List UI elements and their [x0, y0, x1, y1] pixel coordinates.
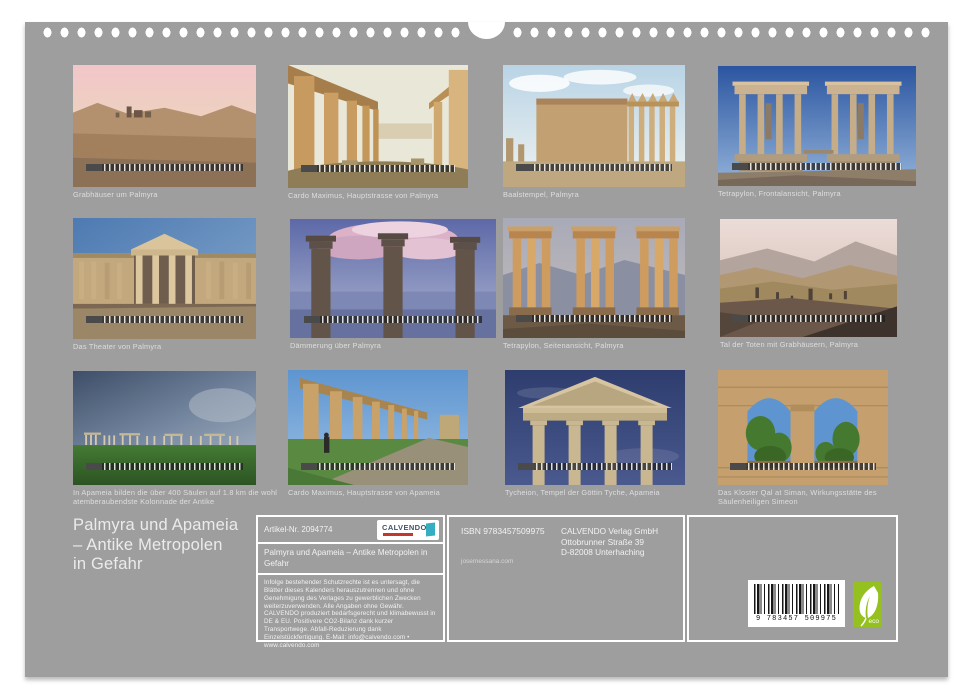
isbn-text: ISBN 9783457509975 — [461, 526, 545, 536]
calvendo-logo-icon — [426, 523, 435, 537]
photo-grabhaeuser-um-palmyra: Grabhäuser um Palmyra — [73, 65, 256, 187]
calvendo-logo: CALVENDO — [377, 520, 439, 540]
watermark-strip — [86, 316, 243, 323]
spiral-binding-holes-right — [509, 27, 933, 38]
watermark-strip — [732, 315, 884, 322]
product-title: Palmyra und Apameia – Antike Metropolen … — [258, 544, 443, 575]
photo-caption: Grabhäuser um Palmyra — [73, 190, 288, 199]
watermark-strip — [301, 165, 456, 172]
calendar-back-page: Grabhäuser um Palmyra Cardo — [25, 22, 948, 677]
legal-text: Infolge bestehender Schutzrechte ist es … — [258, 575, 443, 654]
calvendo-logo-tagline — [383, 533, 413, 536]
watermark-strip — [732, 163, 902, 170]
watermark-strip — [301, 463, 456, 470]
barcode-box: 9 783457 509975 eco — [687, 515, 898, 642]
photo-caption: Dämmerung über Palmyra — [290, 341, 505, 350]
calendar-back-screenshot: Grabhäuser um Palmyra Cardo — [0, 0, 971, 700]
calendar-title: Palmyra und Apameia – Antike Metropolen … — [73, 516, 238, 575]
photo-caption: Das Kloster Qal at Siman, Wirkungsstätte… — [718, 488, 896, 506]
photo-caption: Baalstempel, Palmyra — [503, 190, 718, 199]
photo-tetrapylon-seitenansicht: Tetrapylon, Seitenansicht, Palmyra — [503, 218, 685, 338]
photo-caption: Tetrapylon, Seitenansicht, Palmyra — [503, 341, 718, 350]
photo-baalstempel: Baalstempel, Palmyra — [503, 65, 685, 187]
watermark-strip — [86, 164, 243, 171]
article-number-row: Artikel-Nr. 2094774 CALVENDO — [258, 517, 443, 544]
title-line-3: in Gefahr — [73, 555, 238, 575]
photo-caption: Tycheion, Tempel der Göttin Tyche, Apame… — [505, 488, 720, 497]
photo-caption: Das Theater von Palmyra — [73, 342, 288, 351]
watermark-strip — [516, 164, 673, 171]
photo-cardo-maximus-palmyra: Cardo Maximus, Hauptstrasse von Palmyra — [288, 65, 468, 188]
calvendo-logo-text: CALVENDO — [382, 523, 427, 532]
photo-caption: Cardo Maximus, Hauptstrasse von Apameia — [288, 488, 503, 497]
photo-kloster-qalat-siman: Das Kloster Qal at Siman, Wirkungsstätte… — [718, 370, 888, 485]
watermark-strip — [518, 463, 673, 470]
publisher-line-1: CALVENDO Verlag GmbH — [561, 526, 658, 537]
barcode — [754, 584, 839, 614]
product-info-box: Artikel-Nr. 2094774 CALVENDO Palmyra und… — [256, 515, 445, 642]
publisher-line-2: Ottobrunner Straße 39 — [561, 537, 658, 548]
photo-caption: Tal der Toten mit Grabhäusern, Palmyra — [720, 340, 935, 349]
title-line-2: – Antike Metropolen — [73, 536, 238, 556]
eco-badge: eco — [853, 582, 882, 627]
photo-caption: Cardo Maximus, Hauptstrasse von Palmyra — [288, 191, 503, 200]
watermark-strip — [730, 463, 876, 470]
ean-digits: 9 783457 509975 — [748, 615, 845, 623]
photo-tal-der-toten: Tal der Toten mit Grabhäusern, Palmyra — [720, 219, 897, 337]
photo-caption: In Apameia bilden die über 400 Säulen au… — [73, 488, 295, 506]
photo-cardo-maximus-apameia: Cardo Maximus, Hauptstrasse von Apameia — [288, 370, 468, 485]
photo-caption: Tetrapylon, Frontalansicht, Palmyra — [718, 189, 933, 198]
title-line-1: Palmyra und Apameia — [73, 516, 238, 536]
publisher-line-3: D-82008 Unterhaching — [561, 547, 658, 558]
photo-tycheion: Tycheion, Tempel der Göttin Tyche, Apame… — [505, 370, 685, 485]
hanger-notch — [468, 22, 505, 39]
publisher-address: CALVENDO Verlag GmbH Ottobrunner Straße … — [561, 526, 658, 558]
watermark-strip — [516, 315, 673, 322]
article-number: Artikel-Nr. 2094774 — [264, 525, 332, 534]
watermark-strip — [86, 463, 243, 470]
photo-theater-palmyra: Das Theater von Palmyra — [73, 218, 256, 339]
photo-apameia-kolonnade-feld: In Apameia bilden die über 400 Säulen au… — [73, 371, 256, 485]
barcode-panel: 9 783457 509975 — [748, 580, 845, 627]
photo-tetrapylon-frontal: Tetrapylon, Frontalansicht, Palmyra — [718, 66, 916, 186]
photographer-credit: josemessana.com — [461, 558, 513, 565]
spiral-binding-holes-left — [39, 27, 463, 38]
watermark-strip — [304, 316, 481, 323]
eco-label: eco — [869, 618, 879, 625]
photo-daemmerung-palmyra: Dämmerung über Palmyra — [290, 219, 496, 338]
publisher-box: ISBN 9783457509975 CALVENDO Verlag GmbH … — [447, 515, 685, 642]
